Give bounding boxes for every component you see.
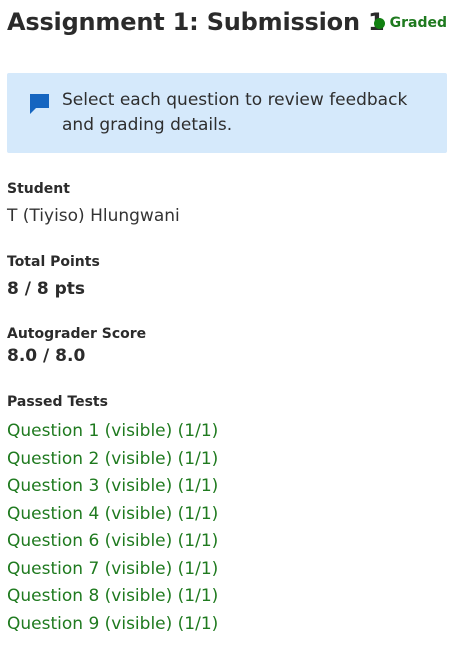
- passed-tests-label: Passed Tests: [7, 394, 108, 410]
- status-dot-icon: [373, 17, 385, 29]
- autograder-score-label: Autograder Score: [7, 326, 147, 342]
- info-callout: Select each question to review feedback …: [7, 73, 447, 153]
- submission-header: Assignment 1: Submission 1 Graded: [7, 7, 447, 37]
- list-item: Question 4 (visible) (1/1): [7, 501, 218, 529]
- status-label: Graded: [389, 15, 447, 31]
- status-badge: Graded: [373, 14, 447, 32]
- passed-test-link[interactable]: Question 8 (visible) (1/1): [7, 583, 218, 611]
- passed-test-link[interactable]: Question 1 (visible) (1/1): [7, 418, 218, 446]
- student-value: T (Tiyiso) Hlungwani: [7, 206, 180, 226]
- passed-tests-list: Question 1 (visible) (1/1) Question 2 (v…: [7, 418, 218, 638]
- total-points-label: Total Points: [7, 254, 100, 270]
- autograder-score-value: 8.0 / 8.0: [7, 346, 86, 366]
- list-item: Question 2 (visible) (1/1): [7, 446, 218, 474]
- passed-test-link[interactable]: Question 4 (visible) (1/1): [7, 501, 218, 529]
- student-label: Student: [7, 181, 70, 197]
- list-item: Question 7 (visible) (1/1): [7, 556, 218, 584]
- list-item: Question 9 (visible) (1/1): [7, 611, 218, 639]
- comment-icon: [30, 94, 49, 114]
- list-item: Question 1 (visible) (1/1): [7, 418, 218, 446]
- page-title: Assignment 1: Submission 1: [7, 8, 385, 36]
- passed-test-link[interactable]: Question 2 (visible) (1/1): [7, 446, 218, 474]
- list-item: Question 3 (visible) (1/1): [7, 473, 218, 501]
- passed-test-link[interactable]: Question 7 (visible) (1/1): [7, 556, 218, 584]
- list-item: Question 8 (visible) (1/1): [7, 583, 218, 611]
- passed-test-link[interactable]: Question 3 (visible) (1/1): [7, 473, 218, 501]
- callout-text: Select each question to review feedback …: [62, 90, 408, 135]
- list-item: Question 6 (visible) (1/1): [7, 528, 218, 556]
- passed-test-link[interactable]: Question 6 (visible) (1/1): [7, 528, 218, 556]
- passed-test-link[interactable]: Question 9 (visible) (1/1): [7, 611, 218, 639]
- total-points-value: 8 / 8 pts: [7, 279, 86, 299]
